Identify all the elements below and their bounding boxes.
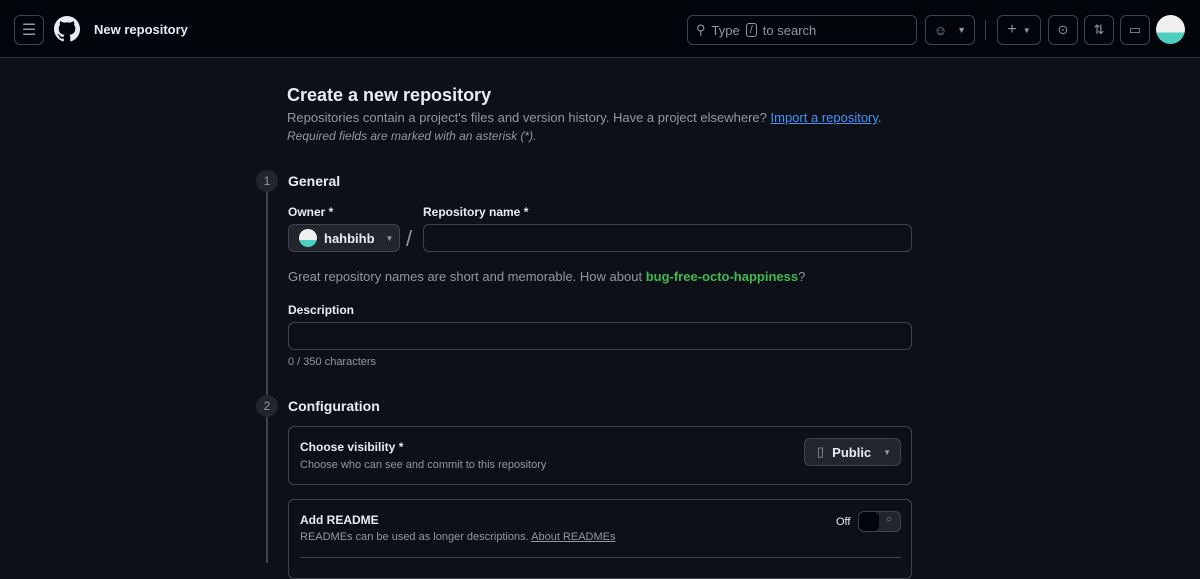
search-input[interactable]: ⚲ Type / to search: [687, 15, 917, 45]
about-readmes-link[interactable]: About READMEs: [531, 531, 615, 543]
header-title: New repository: [94, 22, 188, 37]
create-new-button[interactable]: + ▼: [997, 15, 1041, 45]
search-icon: ⚲: [696, 22, 706, 37]
page-title: Create a new repository: [287, 85, 492, 105]
menu-button[interactable]: ☰: [14, 15, 44, 45]
copilot-icon: ☺: [933, 22, 948, 38]
visibility-label: Choose visibility *: [300, 440, 404, 454]
repo-name-label: Repository name *: [423, 205, 529, 219]
readme-toggle[interactable]: ○: [858, 511, 901, 532]
chevron-down-icon: ▼: [385, 233, 394, 243]
readme-box: Add README READMEs can be used as longer…: [288, 499, 912, 579]
github-logo-icon[interactable]: [54, 16, 80, 42]
steps-line: [266, 192, 268, 563]
owner-label: Owner *: [288, 205, 334, 219]
section-title-general: General: [288, 173, 341, 189]
divider: [300, 557, 901, 558]
owner-dropdown[interactable]: hahbihb ▼: [288, 224, 400, 252]
repo-name-hint: Great repository names are short and mem…: [288, 269, 806, 284]
toggle-knob: [859, 512, 879, 531]
copilot-button[interactable]: ☺ ▼: [925, 15, 975, 45]
visibility-box: Choose visibility * Choose who can see a…: [288, 426, 912, 485]
name-suggestion[interactable]: bug-free-octo-happiness: [646, 269, 798, 284]
description-input[interactable]: [288, 322, 912, 350]
visibility-dropdown[interactable]: ▯ Public ▼: [804, 438, 901, 466]
plus-icon: +: [1007, 21, 1017, 38]
import-repository-link[interactable]: Import a repository: [771, 110, 878, 125]
page-subtitle: Repositories contain a project's files a…: [287, 110, 882, 125]
inbox-button[interactable]: ▭: [1120, 15, 1150, 45]
hamburger-icon: ☰: [21, 22, 37, 39]
chevron-down-icon: ▼: [957, 25, 967, 35]
search-shortcut-key: /: [745, 23, 757, 37]
step-number: 2: [256, 395, 278, 417]
visibility-description: Choose who can see and commit to this re…: [300, 459, 547, 471]
chevron-down-icon: ▼: [1022, 25, 1031, 35]
pull-request-icon: ⇅: [1093, 22, 1105, 37]
readme-toggle-state: Off: [836, 516, 851, 528]
readme-label: Add README: [300, 513, 379, 527]
issues-button[interactable]: ⊙: [1048, 15, 1078, 45]
readme-description: READMEs can be used as longer descriptio…: [300, 531, 616, 543]
inbox-icon: ▭: [1128, 22, 1142, 37]
required-note: Required fields are marked with an aster…: [287, 129, 537, 143]
owner-repo-separator: /: [406, 226, 413, 251]
step-number: 1: [256, 170, 278, 192]
chevron-down-icon: ▼: [883, 447, 892, 457]
repo-icon: ▯: [817, 444, 825, 459]
section-title-configuration: Configuration: [288, 398, 380, 414]
pull-requests-button[interactable]: ⇅: [1084, 15, 1114, 45]
char-count: 0 / 350 characters: [288, 356, 377, 368]
issue-icon: ⊙: [1057, 22, 1069, 37]
divider: [985, 20, 986, 40]
description-label: Description: [288, 303, 355, 317]
top-header: ☰ New repository ⚲ Type / to search ☺ ▼ +…: [0, 0, 1200, 58]
avatar[interactable]: [1156, 15, 1185, 44]
toggle-off-icon: ○: [886, 514, 893, 525]
owner-avatar: [299, 229, 317, 247]
repo-name-input[interactable]: [423, 224, 912, 252]
